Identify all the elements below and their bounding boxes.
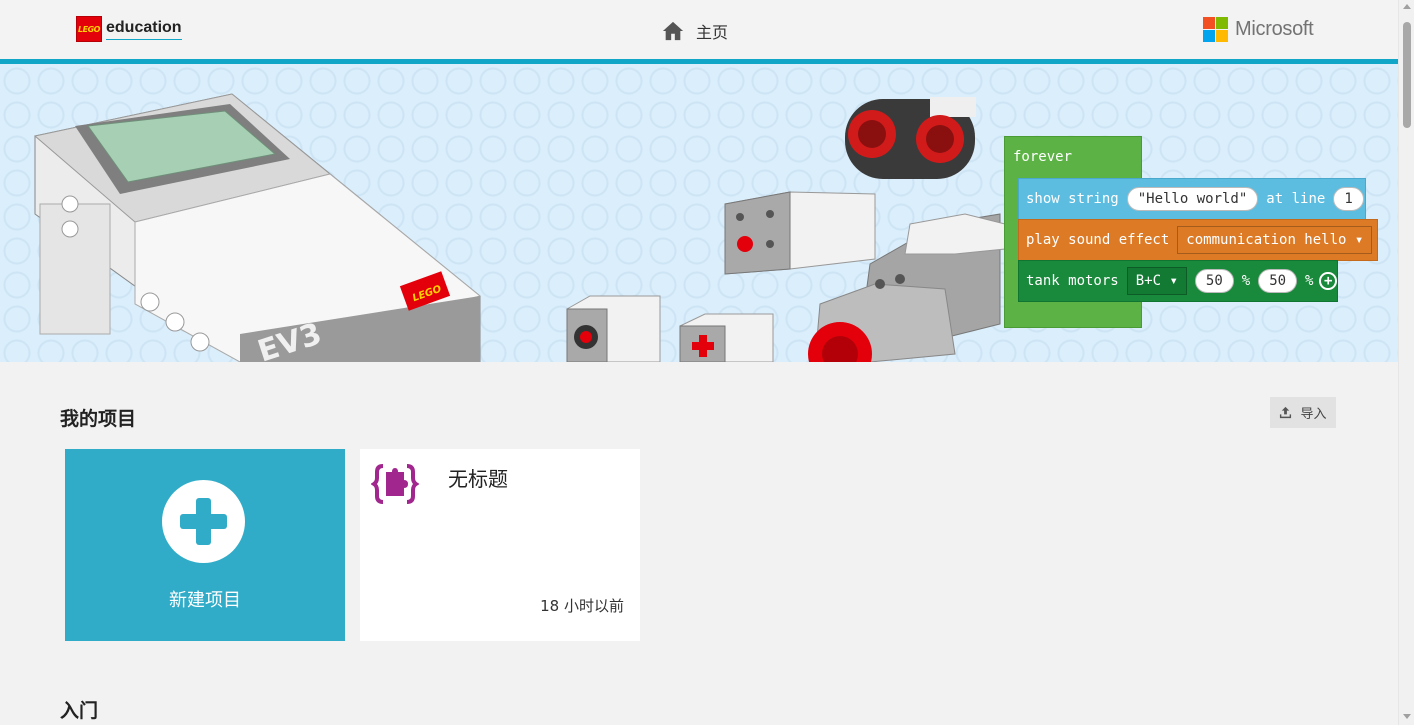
lego-education-logo[interactable]: LEGO education [76, 16, 182, 42]
left-speed-value: 50 [1194, 269, 1234, 293]
education-text: education [106, 18, 182, 40]
chevron-down-icon: ▾ [1169, 273, 1178, 289]
top-header: LEGO education 主页 Microsoft [0, 0, 1398, 59]
microsoft-logo[interactable]: Microsoft [1203, 17, 1314, 42]
home-nav-link[interactable]: 主页 [662, 19, 728, 43]
right-speed-unit: % [1305, 273, 1314, 289]
touch-sensor-image [679, 313, 774, 362]
hero-banner: EV3 LEGO forever show string "Hello worl… [0, 64, 1398, 362]
color-sensor-image [566, 295, 661, 362]
new-project-card[interactable]: 新建项目 [65, 449, 345, 641]
home-label: 主页 [696, 23, 729, 42]
play-sound-keyword: play sound effect [1026, 232, 1170, 248]
chevron-down-icon: ▾ [1354, 232, 1364, 248]
show-string-block: show string "Hello world" at line 1 [1018, 178, 1366, 220]
sound-dropdown: communication hello ▾ [1177, 226, 1373, 254]
my-projects-title: 我的项目 [60, 408, 137, 430]
microsoft-windows-icon [1203, 17, 1228, 42]
line-value: 1 [1333, 187, 1364, 211]
ultrasonic-sensor-image [845, 97, 976, 179]
tank-motors-keyword: tank motors [1026, 273, 1119, 289]
scrollbar-thumb[interactable] [1403, 22, 1411, 128]
project-card[interactable]: 无标题 18 小时以前 [360, 449, 640, 641]
play-sound-block: play sound effect communication hello ▾ [1018, 219, 1378, 261]
sound-dropdown-value: communication hello [1186, 232, 1347, 248]
project-title: 无标题 [448, 467, 508, 491]
at-line-label: at line [1266, 191, 1326, 207]
scroll-up-arrow-icon[interactable] [1403, 4, 1411, 9]
add-circle-icon: + [1319, 272, 1337, 290]
new-project-label: 新建项目 [169, 590, 241, 611]
show-string-keyword: show string [1026, 191, 1119, 207]
ports-value: B+C [1135, 273, 1162, 289]
show-string-value: "Hello world" [1126, 187, 1259, 211]
puzzle-icon [371, 464, 419, 504]
medium-motor-image [724, 191, 876, 275]
getting-started-title: 入门 [60, 700, 99, 722]
forever-label: forever [1013, 149, 1073, 165]
tank-motors-block: tank motors B+C ▾ 50 % 50 % + [1018, 260, 1338, 302]
vertical-scrollbar[interactable] [1398, 0, 1414, 725]
import-button[interactable]: 导入 [1270, 397, 1336, 428]
lego-badge: LEGO [76, 16, 102, 42]
upload-icon [1280, 406, 1292, 419]
plus-icon [162, 480, 245, 563]
left-speed-unit: % [1241, 273, 1251, 289]
right-speed-value: 50 [1258, 269, 1298, 293]
microsoft-text: Microsoft [1235, 18, 1314, 40]
import-label: 导入 [1300, 407, 1327, 422]
project-timestamp: 18 小时以前 [540, 597, 624, 615]
ev3-brick-image: EV3 LEGO [33, 93, 482, 362]
ports-dropdown: B+C ▾ [1126, 267, 1187, 295]
home-icon [662, 21, 684, 41]
scroll-down-arrow-icon[interactable] [1403, 714, 1411, 719]
